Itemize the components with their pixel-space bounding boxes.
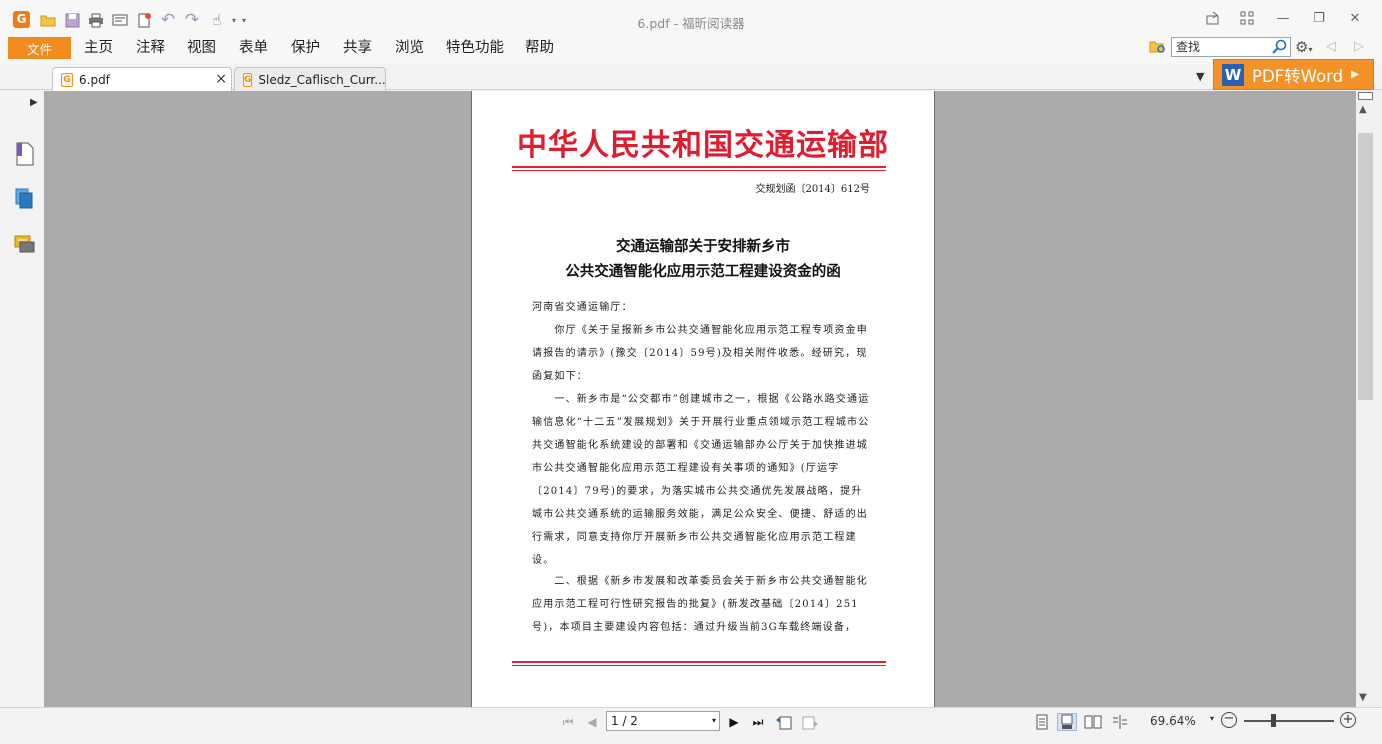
menu-form[interactable]: 表单	[239, 38, 268, 58]
close-button[interactable]: ✕	[1340, 8, 1370, 28]
document-title-line-2: 公共交通智能化应用示范工程建设资金的函	[565, 263, 841, 280]
next-page-icon[interactable]: ▶	[724, 713, 744, 731]
continuous-facing-icon[interactable]	[1110, 713, 1130, 731]
layout-grid-icon[interactable]	[1232, 8, 1262, 28]
tab-label: Sledz_Caflisch_Curr...	[258, 72, 386, 87]
menu-view[interactable]: 视图	[187, 38, 216, 58]
first-page-icon[interactable]: ⏮	[558, 713, 578, 731]
tab-sledz-caflisch[interactable]: G Sledz_Caflisch_Curr...	[234, 67, 386, 91]
single-page-icon[interactable]	[1032, 713, 1052, 731]
page-dropdown-icon[interactable]: ▾	[712, 712, 716, 730]
tab-6-pdf[interactable]: G 6.pdf ×	[52, 67, 232, 91]
menu-comment[interactable]: 注释	[136, 38, 165, 58]
scroll-thumb[interactable]	[1358, 133, 1373, 400]
tab-list-dropdown-icon[interactable]: ▼	[1196, 70, 1204, 83]
next-view-icon[interactable]	[800, 713, 820, 731]
previous-page-icon[interactable]: ◀	[582, 713, 602, 731]
page-number-value: 1 / 2	[611, 714, 638, 728]
zoom-slider[interactable]	[1244, 720, 1334, 722]
arrow-right-icon: ▶	[1351, 69, 1359, 80]
next-result-icon[interactable]: ▷	[1354, 39, 1364, 54]
header-divider	[512, 170, 886, 171]
pdf-to-word-label: PDF转Word	[1252, 66, 1344, 86]
scroll-down-icon[interactable]: ▼	[1359, 692, 1367, 703]
zoom-dropdown-icon[interactable]: ▾	[1210, 714, 1214, 723]
menu-features[interactable]: 特色功能	[446, 38, 504, 58]
pdf-icon: G	[243, 72, 253, 87]
document-number: 交规划函〔2014〕612号	[755, 184, 870, 195]
zoom-out-icon[interactable]: −	[1221, 712, 1237, 728]
pdf-icon: G	[61, 72, 73, 87]
document-paragraph: 你厅《关于呈报新乡市公共交通智能化应用示范工程专项资金申请报告的请示》(豫交〔2…	[532, 325, 868, 382]
footer-divider	[512, 665, 886, 666]
bookmarks-icon[interactable]	[14, 142, 36, 166]
menu-browse[interactable]: 浏览	[395, 38, 424, 58]
tab-close-icon[interactable]: ×	[215, 71, 227, 87]
last-page-icon[interactable]: ⏭	[748, 713, 768, 731]
zoom-level[interactable]: 69.64%	[1150, 714, 1196, 728]
tab-label: 6.pdf	[79, 72, 110, 87]
page-number-field[interactable]: 1 / 2 ▾	[606, 711, 720, 731]
document-letterhead: 中华人民共和国交通运输部	[517, 128, 889, 163]
panel-expand-icon[interactable]: ▶	[30, 97, 38, 108]
menu-home[interactable]: 主页	[84, 38, 113, 58]
previous-result-icon[interactable]: ◁	[1326, 39, 1336, 54]
pdf-page: 中华人民共和国交通运输部 交规划函〔2014〕612号 交通运输部关于安排新乡市…	[471, 91, 935, 707]
document-paragraph: 一、新乡市是“公交都市”创建城市之一，根据《公路水路交通运输信息化“十二五”发展…	[532, 394, 870, 566]
menu-help[interactable]: 帮助	[525, 38, 554, 58]
document-title-line-1: 交通运输部关于安排新乡市	[616, 238, 790, 255]
document-paragraph: 二、根据《新乡市发展和改革委员会关于新乡市公共交通智能化应用示范工程可行性研究报…	[532, 576, 868, 633]
settings-gear-icon[interactable]: ⚙▾	[1295, 38, 1319, 56]
comments-icon[interactable]	[14, 234, 36, 256]
footer-divider	[512, 661, 886, 663]
search-icon[interactable]	[1272, 39, 1288, 55]
word-icon: W	[1222, 63, 1244, 86]
continuous-page-icon[interactable]	[1057, 713, 1077, 731]
share-window-icon[interactable]	[1198, 8, 1228, 28]
scroll-top-icon[interactable]	[1358, 92, 1373, 100]
zoom-in-icon[interactable]: +	[1340, 712, 1356, 728]
navigation-panel	[0, 91, 44, 708]
pages-thumbnails-icon[interactable]	[14, 188, 36, 210]
previous-view-icon[interactable]	[774, 713, 794, 731]
scroll-up-icon[interactable]: ▲	[1359, 104, 1367, 115]
window-title: 6.pdf - 福昕阅读器	[637, 16, 745, 31]
find-folder-icon[interactable]	[1149, 39, 1167, 55]
zoom-slider-handle[interactable]	[1271, 714, 1276, 727]
maximize-button[interactable]: ❐	[1304, 8, 1334, 28]
menu-protect[interactable]: 保护	[291, 38, 320, 58]
minimize-button[interactable]: —	[1268, 8, 1298, 28]
header-divider	[512, 166, 886, 168]
document-salutation: 河南省交通运输厅：	[532, 302, 633, 313]
file-menu[interactable]: 文件	[8, 37, 71, 59]
document-view[interactable]: 中华人民共和国交通运输部 交规划函〔2014〕612号 交通运输部关于安排新乡市…	[44, 91, 1356, 707]
facing-pages-icon[interactable]	[1083, 713, 1103, 731]
pdf-to-word-button[interactable]: W PDF转Word ▶	[1213, 59, 1374, 90]
menu-share[interactable]: 共享	[343, 38, 372, 58]
